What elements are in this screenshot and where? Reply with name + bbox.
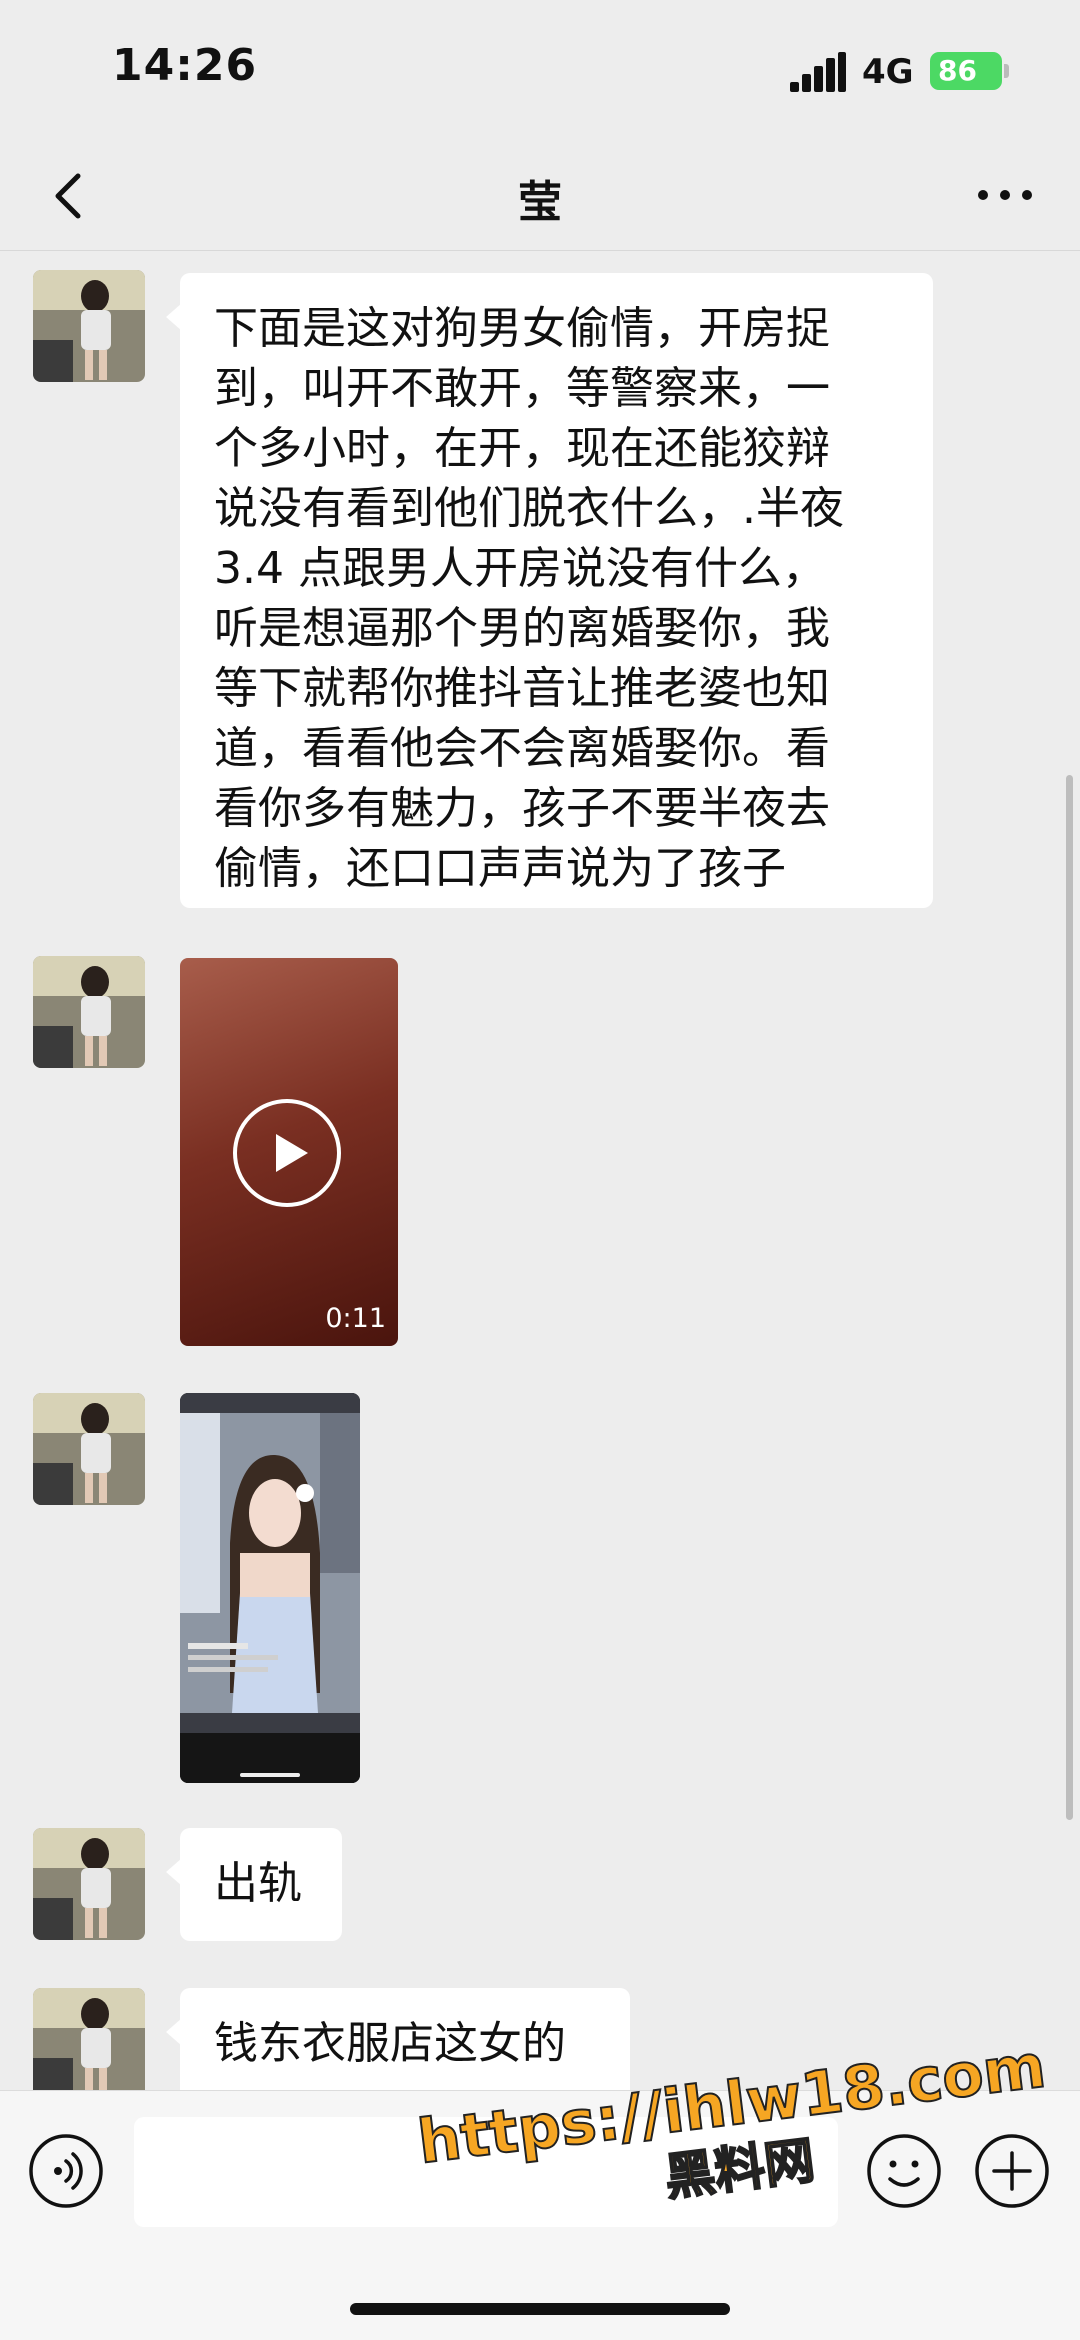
message-line: 偷情，还口口声声说为了孩子 [214, 843, 786, 894]
battery-tip [1004, 64, 1009, 78]
message-line: 等下就帮你推抖音让推老婆也知 [214, 663, 830, 714]
avatar[interactable] [33, 270, 145, 382]
chat-title: 莹 [518, 177, 562, 228]
avatar-image [33, 1988, 145, 2100]
message-line: 道，看看他会不会离婚娶你。看 [214, 723, 830, 774]
avatar[interactable] [33, 956, 145, 1068]
avatar-image [33, 1828, 145, 1940]
avatar-image [33, 1393, 145, 1505]
message-line: 个多小时，在开，现在还能狡辩 [214, 423, 830, 474]
scrollbar[interactable] [1066, 775, 1073, 1820]
avatar-image [33, 956, 145, 1068]
message-line: 说没有看到他们脱衣什么，.半夜 [214, 483, 844, 534]
message-line: 到，叫开不敢开，等警察来，一 [214, 363, 830, 414]
home-indicator[interactable] [350, 2303, 730, 2315]
signal-icon [790, 52, 846, 92]
more-dots-icon[interactable] [970, 170, 1040, 220]
screenshot-thumbnail [180, 1393, 360, 1783]
message-line: 听是想逼那个男的离婚娶你，我 [214, 603, 830, 654]
battery-level: 86 [938, 54, 977, 87]
avatar[interactable] [33, 1828, 145, 1940]
battery-icon: 86 [930, 52, 1002, 90]
message-line: 钱东衣服店这女的 [214, 2018, 566, 2069]
message-line: 看你多有魅力，孩子不要半夜去 [214, 783, 830, 834]
video-message[interactable]: 0:11 [180, 958, 398, 1346]
status-time: 14:26 [112, 40, 258, 91]
voice-icon[interactable] [28, 2133, 104, 2209]
message-bubble[interactable]: 下面是这对狗男女偷情，开房捉 到，叫开不敢开，等警察来，一 个多小时，在开，现在… [166, 273, 933, 908]
status-bar: 14:26 4G 86 [0, 0, 1080, 140]
play-icon[interactable] [232, 1098, 342, 1208]
message-bubble[interactable]: 钱东衣服店这女的 [166, 1988, 630, 2101]
message-line: 3.4 点跟男人开房说没有什么， [214, 543, 826, 594]
network-type: 4G [862, 52, 914, 92]
nav-bar: 莹 [0, 140, 1080, 251]
message-line: 下面是这对狗男女偷情，开房捉 [214, 303, 830, 354]
message-line: 出轨 [214, 1858, 302, 1909]
avatar[interactable] [33, 1393, 145, 1505]
image-message[interactable] [180, 1393, 360, 1783]
video-duration: 0:11 [325, 1303, 386, 1334]
avatar-image [33, 270, 145, 382]
avatar[interactable] [33, 1988, 145, 2100]
message-bubble[interactable]: 出轨 [166, 1828, 342, 1941]
